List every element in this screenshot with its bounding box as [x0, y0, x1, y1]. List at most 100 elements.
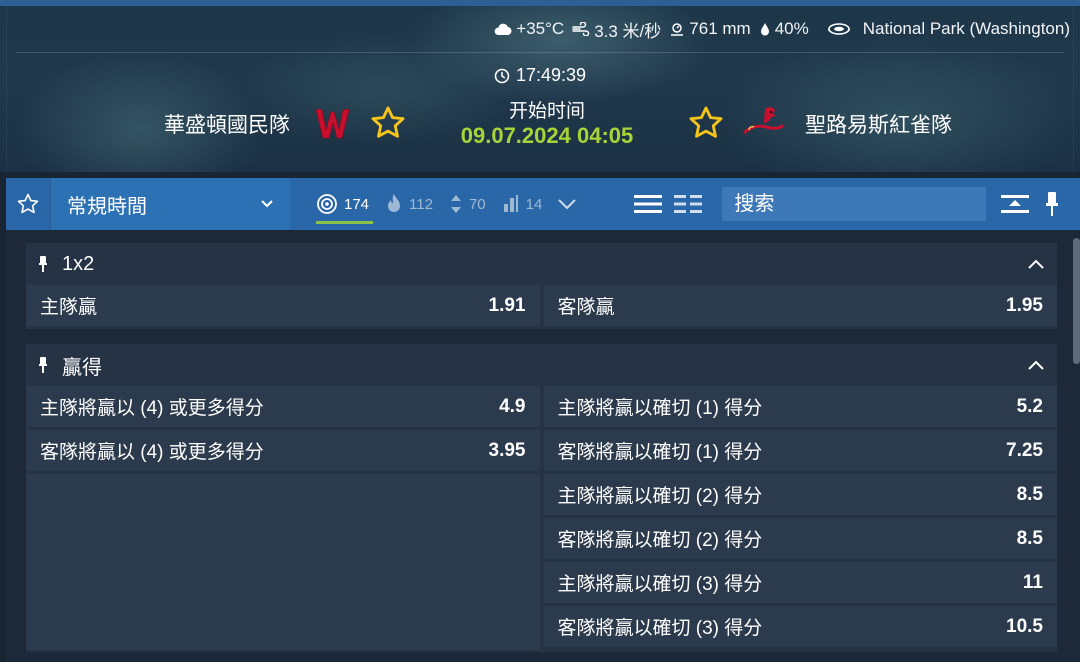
header-divider: [16, 52, 1064, 53]
filter-all-markets[interactable]: 174: [308, 178, 377, 230]
filter-totals-markets[interactable]: 70: [441, 178, 494, 230]
stats-markets-count: 14: [525, 195, 543, 213]
pin-icon[interactable]: [38, 255, 48, 273]
weather-bar: +35°C 3.3 米/秒 761 mm 40% National Park (…: [494, 17, 1070, 42]
odd-value: 10.5: [1006, 615, 1043, 637]
stadium-icon: [827, 23, 850, 35]
grid-view-button[interactable]: [668, 178, 708, 230]
odd-away-win-4plus[interactable]: 客隊將贏以 (4) 或更多得分 3.95: [26, 430, 540, 471]
odd-value: 7.25: [1006, 439, 1043, 461]
period-dropdown[interactable]: 常規時間: [50, 178, 290, 230]
cardinals-logo: [742, 107, 785, 135]
droplet-icon: [760, 23, 769, 36]
odd-value: 1.91: [488, 294, 526, 316]
market-title: 贏得: [62, 356, 102, 379]
odd-label: 客隊將贏以確切 (3) 得分: [557, 618, 763, 639]
weather-pressure: 761 mm: [669, 19, 751, 39]
pressure-value: 761 mm: [689, 19, 751, 38]
market-winning-margin: 贏得 主隊將贏以 (4) 或更多得分 4.9 客隊將贏以 (4) 或更多得分 3…: [26, 344, 1057, 652]
market-toolbar: 常規時間 174 112 70 14: [6, 178, 1080, 230]
pressure-icon: [671, 23, 684, 36]
odd-label: 客隊贏: [557, 297, 615, 318]
event-clock: 17:49:39: [494, 65, 586, 86]
weather-wind: 3.3 米/秒: [572, 17, 661, 42]
bar-chart-icon: [503, 195, 518, 212]
more-filters-button[interactable]: [556, 178, 578, 230]
pin-icon: [1046, 192, 1059, 216]
target-icon: [317, 194, 337, 214]
wind-value: 3.3 米/秒: [594, 21, 662, 41]
search-input[interactable]: [722, 187, 987, 221]
popular-markets-count: 112: [409, 195, 433, 213]
pin-button[interactable]: [1038, 178, 1066, 230]
chevron-down-icon: [261, 200, 273, 208]
venue-name: National Park (Washington): [862, 19, 1070, 38]
weather-venue: National Park (Washington): [827, 19, 1070, 39]
temperature-value: +35°C: [516, 19, 565, 38]
chevron-down-icon: [558, 199, 577, 210]
empty-cell: [26, 474, 540, 650]
odd-home-win-4plus[interactable]: 主隊將贏以 (4) 或更多得分 4.9: [26, 386, 540, 427]
star-outline-icon: [17, 193, 39, 214]
chevron-up-icon[interactable]: [1027, 359, 1045, 371]
away-favorite-star-icon[interactable]: [687, 104, 725, 142]
pin-icon[interactable]: [38, 356, 48, 374]
collapse-all-icon: [1001, 195, 1030, 213]
wind-icon: [572, 22, 590, 36]
totals-markets-count: 70: [468, 195, 486, 213]
filter-stats-markets[interactable]: 14: [494, 178, 551, 230]
home-favorite-star-icon[interactable]: [369, 104, 407, 142]
odds-column-right: 客隊贏 1.95: [543, 285, 1057, 326]
market-1x2: 1x2 主隊贏 1.91 客隊贏 1.95: [26, 243, 1057, 329]
odds-grid: 主隊將贏以 (4) 或更多得分 4.9 客隊將贏以 (4) 或更多得分 3.95…: [26, 386, 1057, 650]
chevron-up-icon[interactable]: [1027, 258, 1045, 270]
odd-value: 5.2: [1016, 395, 1043, 417]
odd-home-win[interactable]: 主隊贏 1.91: [26, 285, 540, 326]
odd-home-win-exact-2[interactable]: 主隊將贏以確切 (2) 得分 8.5: [543, 474, 1057, 515]
weather-humidity: 40%: [759, 19, 809, 39]
period-value: 常規時間: [67, 195, 147, 218]
odds-column-left: 主隊將贏以 (4) 或更多得分 4.9 客隊將贏以 (4) 或更多得分 3.95: [26, 386, 540, 650]
list-view-icon: [634, 195, 663, 213]
odd-label: 主隊贏: [40, 297, 98, 318]
odd-away-win-exact-3[interactable]: 客隊將贏以確切 (3) 得分 10.5: [543, 606, 1057, 647]
odd-value: 11: [1022, 571, 1043, 593]
odd-label: 客隊將贏以確切 (1) 得分: [557, 442, 763, 463]
market-header[interactable]: 1x2: [26, 243, 1057, 285]
humidity-value: 40%: [774, 19, 809, 38]
odd-label: 主隊將贏以 (4) 或更多得分: [40, 398, 264, 419]
home-team-name[interactable]: 華盛頓國民隊: [164, 109, 290, 139]
collapse-all-button[interactable]: [992, 178, 1038, 230]
clock-value: 17:49:39: [516, 65, 587, 85]
fire-icon: [388, 194, 401, 212]
favorite-star-button[interactable]: [6, 178, 50, 230]
odd-value: 1.95: [1006, 294, 1043, 316]
odds-column-right: 主隊將贏以確切 (1) 得分 5.2 客隊將贏以確切 (1) 得分 7.25 主…: [543, 386, 1057, 650]
odds-grid: 主隊贏 1.91 客隊贏 1.95: [26, 285, 1057, 326]
cloud-icon: [494, 23, 512, 36]
odd-away-win-exact-1[interactable]: 客隊將贏以確切 (1) 得分 7.25: [543, 430, 1057, 471]
odd-value: 4.9: [499, 395, 526, 417]
filter-popular-markets[interactable]: 112: [377, 178, 441, 230]
odd-value: 8.5: [1016, 483, 1043, 505]
odd-label: 主隊將贏以確切 (1) 得分: [557, 398, 763, 419]
market-header[interactable]: 贏得: [26, 344, 1057, 386]
odd-home-win-exact-3[interactable]: 主隊將贏以確切 (3) 得分 11: [543, 562, 1057, 603]
odd-away-win[interactable]: 客隊贏 1.95: [543, 285, 1057, 326]
event-header: +35°C 3.3 米/秒 761 mm 40% National Park (…: [0, 0, 1080, 172]
market-title: 1x2: [62, 252, 95, 275]
odd-label: 客隊將贏以 (4) 或更多得分: [40, 442, 264, 463]
scrollbar-thumb[interactable]: [1073, 238, 1080, 364]
odds-column-left: 主隊贏 1.91: [26, 285, 540, 326]
away-team-name[interactable]: 聖路易斯紅雀隊: [805, 109, 952, 139]
odd-away-win-exact-2[interactable]: 客隊將贏以確切 (2) 得分 8.5: [543, 518, 1057, 559]
odd-value: 3.95: [488, 439, 526, 461]
odd-home-win-exact-1[interactable]: 主隊將贏以確切 (1) 得分 5.2: [543, 386, 1057, 427]
updown-arrows-icon: [450, 195, 461, 213]
odd-label: 主隊將贏以確切 (3) 得分: [557, 574, 763, 595]
list-view-button[interactable]: [628, 178, 668, 230]
two-column-view-icon: [674, 195, 703, 213]
odd-label: 客隊將贏以確切 (2) 得分: [557, 530, 763, 551]
odd-value: 8.5: [1016, 527, 1043, 549]
nationals-logo: [315, 108, 350, 139]
